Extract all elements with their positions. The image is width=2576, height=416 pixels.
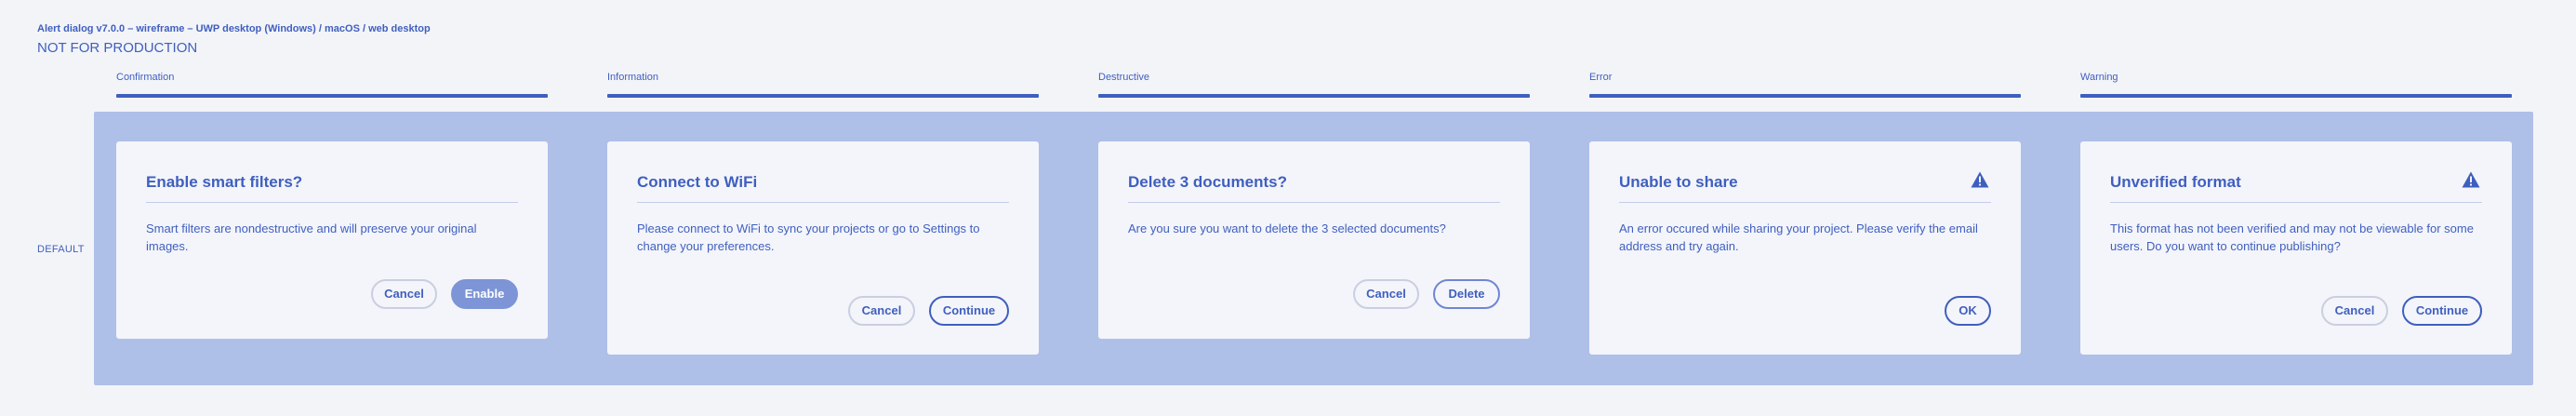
dialog-title: Connect to WiFi [637,173,758,191]
dialog-title: Delete 3 documents? [1128,173,1287,191]
dialog-title: Enable smart filters? [146,173,303,191]
dialog-divider [2110,202,2482,203]
alert-triangle-icon [1971,171,1989,188]
dialog-divider [637,202,1009,203]
column-header-confirmation: Confirmation [116,72,548,98]
cancel-button[interactable]: Cancel [1353,279,1419,309]
column-label: Destructive [1098,72,1150,83]
page-header-title: Alert dialog v7.0.0 – wireframe – UWP de… [37,23,431,34]
dialog-divider [1619,202,1991,203]
confirmation-dialog: Enable smart filters? Smart filters are … [116,141,548,339]
continue-button[interactable]: Continue [2402,296,2482,326]
dialog-body: Please connect to WiFi to sync your proj… [637,221,980,253]
column-header-destructive: Destructive [1098,72,1530,98]
dialog-divider [146,202,518,203]
warning-dialog: Unverified format This format has not be… [2080,141,2512,355]
dialog-body: Are you sure you want to delete the 3 se… [1128,221,1446,235]
column-label: Warning [2080,72,2118,83]
page-header-subtitle: NOT FOR PRODUCTION [37,40,198,56]
column-underline [1098,94,1530,98]
continue-button[interactable]: Continue [929,296,1009,326]
dialog-title: Unable to share [1619,173,1738,191]
cancel-button[interactable]: Cancel [371,279,437,309]
enable-button[interactable]: Enable [451,279,518,309]
cancel-button[interactable]: Cancel [2321,296,2388,326]
column-underline [2080,94,2512,98]
dialog-body: This format has not been verified and ma… [2110,221,2474,253]
alert-triangle-icon [2462,171,2480,188]
dialog-divider [1128,202,1500,203]
column-underline [607,94,1039,98]
column-label: Confirmation [116,72,175,83]
row-label-default: DEFAULT [37,244,85,255]
column-header-information: Information [607,72,1039,98]
ok-button[interactable]: OK [1945,296,1991,326]
column-underline [116,94,548,98]
delete-button[interactable]: Delete [1433,279,1500,309]
dialog-body: Smart filters are nondestructive and wil… [146,221,477,253]
destructive-dialog: Delete 3 documents? Are you sure you wan… [1098,141,1530,339]
information-dialog: Connect to WiFi Please connect to WiFi t… [607,141,1039,355]
error-dialog: Unable to share An error occured while s… [1589,141,2021,355]
column-label: Error [1589,72,1613,83]
column-header-error: Error [1589,72,2021,98]
dialog-body: An error occured while sharing your proj… [1619,221,1978,253]
column-underline [1589,94,2021,98]
dialog-title: Unverified format [2110,173,2241,191]
column-label: Information [607,72,659,83]
cancel-button[interactable]: Cancel [848,296,915,326]
column-header-warning: Warning [2080,72,2512,98]
